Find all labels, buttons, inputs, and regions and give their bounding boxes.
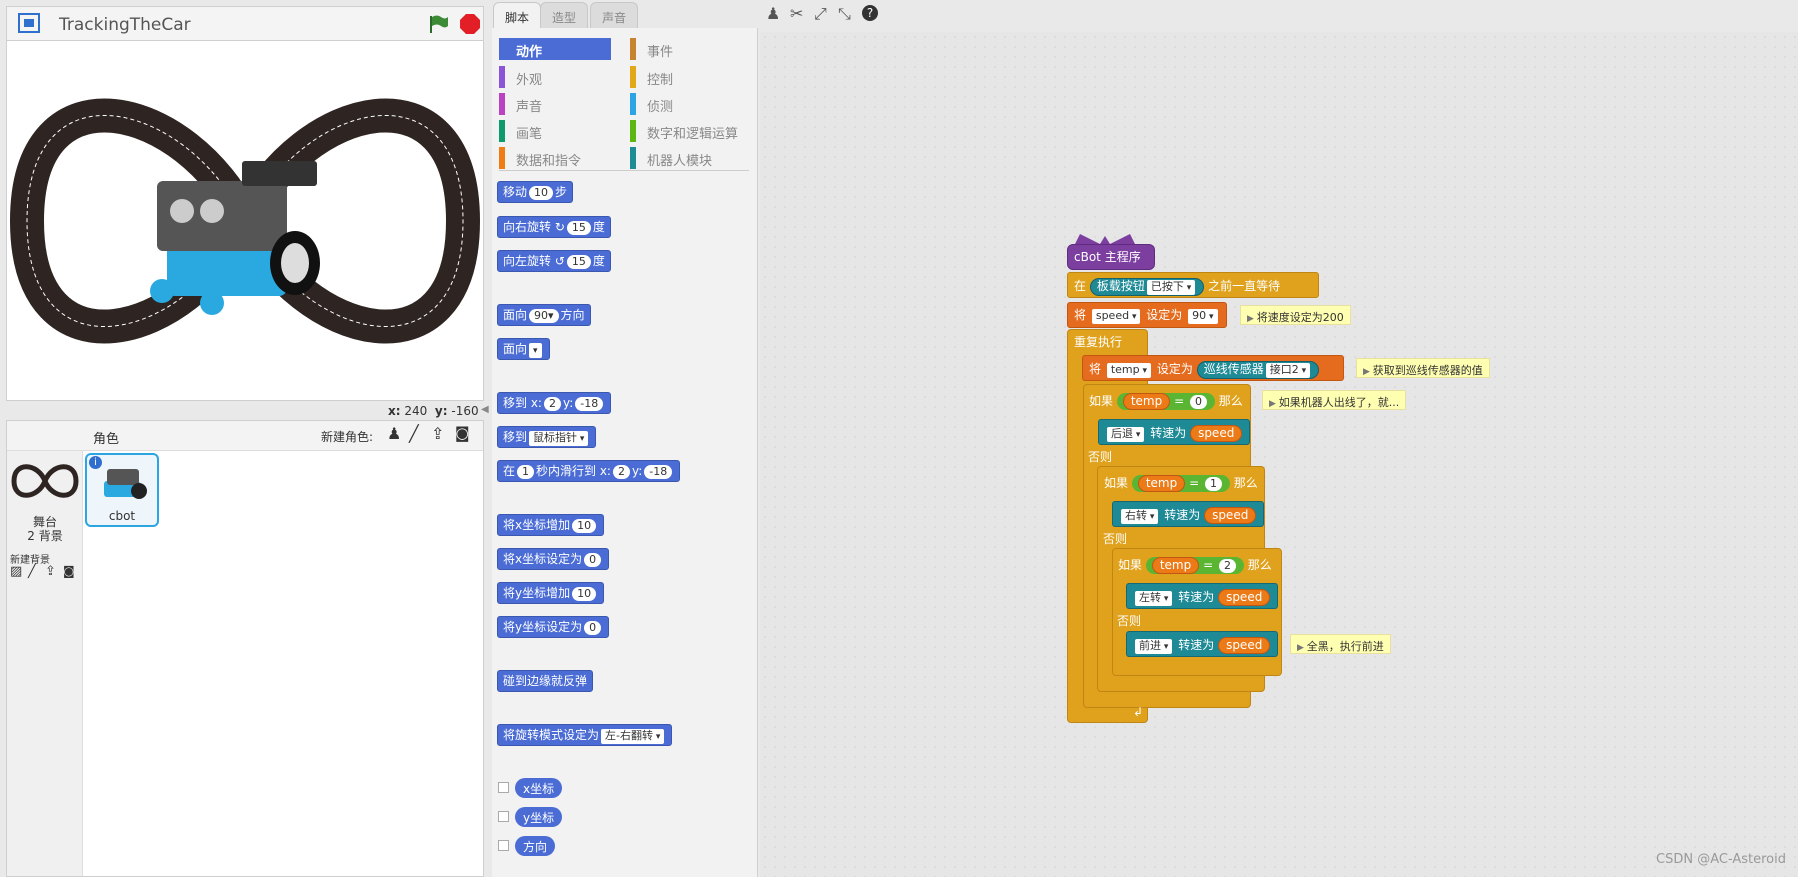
camera-backdrop-icon[interactable]: ◙: [63, 564, 75, 578]
if2-label: 如果 temp = 1 那么: [1104, 475, 1258, 492]
category-operators[interactable]: 数字和逻辑运算: [630, 120, 748, 142]
project-title[interactable]: TrackingTheCar: [59, 15, 191, 35]
stage-header: TrackingTheCar: [6, 6, 484, 40]
sprite-name: cbot: [108, 509, 136, 523]
stage-column: 舞台 2 背景 新建背景 ▨ ╱ ⇪ ◙: [7, 451, 83, 876]
if3-label: 如果 temp = 2 那么: [1118, 557, 1272, 574]
wait-until-block[interactable]: 在 板载按钮已按下 之前一直等待: [1067, 272, 1319, 298]
motor-left-block[interactable]: 左转 转速为 speed: [1126, 583, 1278, 609]
cbot-thumbnail: [104, 469, 147, 499]
mouse-coordinates: x: 240 y: -160: [388, 404, 479, 418]
tab-sounds[interactable]: 声音: [590, 2, 639, 28]
category-motion[interactable]: 动作: [499, 38, 611, 60]
reporter-direction[interactable]: 方向: [515, 836, 556, 856]
sprite-tile-cbot[interactable]: i cbot: [85, 453, 159, 527]
block-point-direction[interactable]: 面向 90▾ 方向: [497, 304, 591, 326]
block-set-y[interactable]: 将y坐标设定为 0: [497, 616, 610, 638]
backdrop-count: 2 背景: [27, 529, 63, 543]
block-turn-right[interactable]: 向右旋转 ↻ 15 度: [497, 216, 611, 238]
block-glide[interactable]: 在 1 秒内滑行到 x: 2 y: -18: [497, 460, 681, 482]
else1-label: 否则: [1088, 450, 1113, 464]
checkbox-y[interactable]: [498, 811, 509, 822]
category-pen[interactable]: 画笔: [499, 120, 611, 142]
divider: [499, 170, 749, 171]
checkbox-direction[interactable]: [498, 840, 509, 851]
else2-label: 否则: [1103, 532, 1128, 546]
stage-thumbnail[interactable]: [10, 455, 80, 507]
green-flag-icon[interactable]: [427, 13, 449, 35]
block-turn-left[interactable]: 向左旋转 ↺ 15 度: [497, 250, 611, 272]
tab-scripts[interactable]: 脚本: [493, 2, 542, 28]
stage-canvas[interactable]: [6, 40, 484, 401]
collapse-arrow-icon[interactable]: ◀: [481, 404, 489, 415]
category-events[interactable]: 事件: [630, 38, 742, 60]
set-speed-block[interactable]: 将 speed 设定为 90: [1067, 302, 1227, 328]
sprites-heading: 角色: [93, 432, 120, 447]
block-bounce[interactable]: 碰到边缘就反弹: [497, 670, 594, 692]
comment-sensor[interactable]: 获取到巡线传感器的值: [1356, 358, 1490, 378]
tab-costumes[interactable]: 造型: [540, 2, 589, 28]
set-temp-block[interactable]: 将 temp 设定为 巡线传感器接口2: [1082, 355, 1344, 381]
if1-label: 如果 temp = 0 那么: [1089, 393, 1243, 410]
backdrop-library-icon[interactable]: ▨: [10, 564, 22, 579]
block-goto-xy[interactable]: 移到 x: 2 y: -18: [497, 392, 612, 414]
paint-backdrop-icon[interactable]: ╱: [28, 564, 36, 579]
loop-arrow-icon: ↲: [1133, 705, 1144, 719]
block-change-x[interactable]: 将x坐标增加 10: [497, 514, 605, 536]
motor-back-block[interactable]: 后退 转速为 speed: [1098, 419, 1250, 445]
motor-forward-block[interactable]: 前进 转速为 speed: [1126, 631, 1278, 657]
paint-brush-icon[interactable]: ╱: [409, 424, 419, 443]
upload-icon[interactable]: ⇪: [431, 424, 444, 443]
category-sensing[interactable]: 侦测: [630, 93, 742, 115]
sprite-panel-header: 角色 新建角色: ♟ ╱ ⇪ ◙: [7, 421, 483, 451]
else3-label: 否则: [1117, 614, 1142, 628]
category-control[interactable]: 控制: [630, 66, 742, 88]
block-goto[interactable]: 移到 鼠标指针: [497, 426, 597, 448]
comment-forward[interactable]: 全黑，执行前进: [1290, 634, 1391, 654]
reporter-x[interactable]: x坐标: [515, 778, 563, 798]
comment-offline[interactable]: 如果机器人出线了，就...: [1262, 390, 1407, 410]
hat-block-main[interactable]: cBot 主程序: [1067, 244, 1155, 270]
motor-right-block[interactable]: 右转 转速为 speed: [1112, 501, 1264, 527]
new-sprite-label: 新建角色:: [321, 430, 374, 444]
fullscreen-icon[interactable]: [17, 12, 41, 34]
upload-backdrop-icon[interactable]: ⇪: [45, 564, 56, 579]
camera-icon[interactable]: ◙: [455, 424, 470, 442]
rotate-ccw-icon: ↺: [554, 254, 565, 268]
sprite-library-icon[interactable]: ♟: [387, 424, 401, 443]
reporter-y[interactable]: y坐标: [515, 807, 563, 827]
block-move-steps[interactable]: 移动 10 步: [497, 181, 574, 203]
comment-speed[interactable]: 将速度设定为200: [1240, 305, 1351, 325]
script-area[interactable]: [760, 32, 1798, 877]
block-point-towards[interactable]: 面向: [497, 338, 550, 360]
forever-label: 重复执行: [1074, 335, 1123, 349]
block-rotation-style[interactable]: 将旋转模式设定为 左-右翻转: [497, 724, 673, 746]
rotate-cw-icon: ↻: [554, 220, 565, 234]
category-data[interactable]: 数据和指令: [499, 147, 611, 169]
robot-image: [150, 161, 320, 315]
grow-icon[interactable]: ⤢: [814, 4, 827, 24]
infinity-track-image: [9, 98, 481, 344]
help-icon[interactable]: ?: [862, 5, 878, 21]
category-sound[interactable]: 声音: [499, 93, 611, 115]
category-looks[interactable]: 外观: [499, 66, 611, 88]
category-robots[interactable]: 机器人模块: [630, 147, 742, 169]
block-set-x[interactable]: 将x坐标设定为 0: [497, 548, 610, 570]
toolbar: ♟ ✂ ⤢ ⤡ ?: [760, 0, 1798, 30]
sprite-panel: 角色 新建角色: ♟ ╱ ⇪ ◙ 舞台 2 背景 新建背景 ▨ ╱ ⇪ ◙ i …: [6, 420, 484, 877]
delete-icon[interactable]: ✂: [790, 4, 803, 23]
checkbox-x[interactable]: [498, 782, 509, 793]
block-change-y[interactable]: 将y坐标增加 10: [497, 582, 605, 604]
stop-icon[interactable]: [459, 13, 481, 35]
watermark: CSDN @AC-Asteroid: [1656, 852, 1786, 867]
duplicate-icon[interactable]: ♟: [766, 4, 780, 23]
shrink-icon[interactable]: ⤡: [838, 4, 851, 24]
